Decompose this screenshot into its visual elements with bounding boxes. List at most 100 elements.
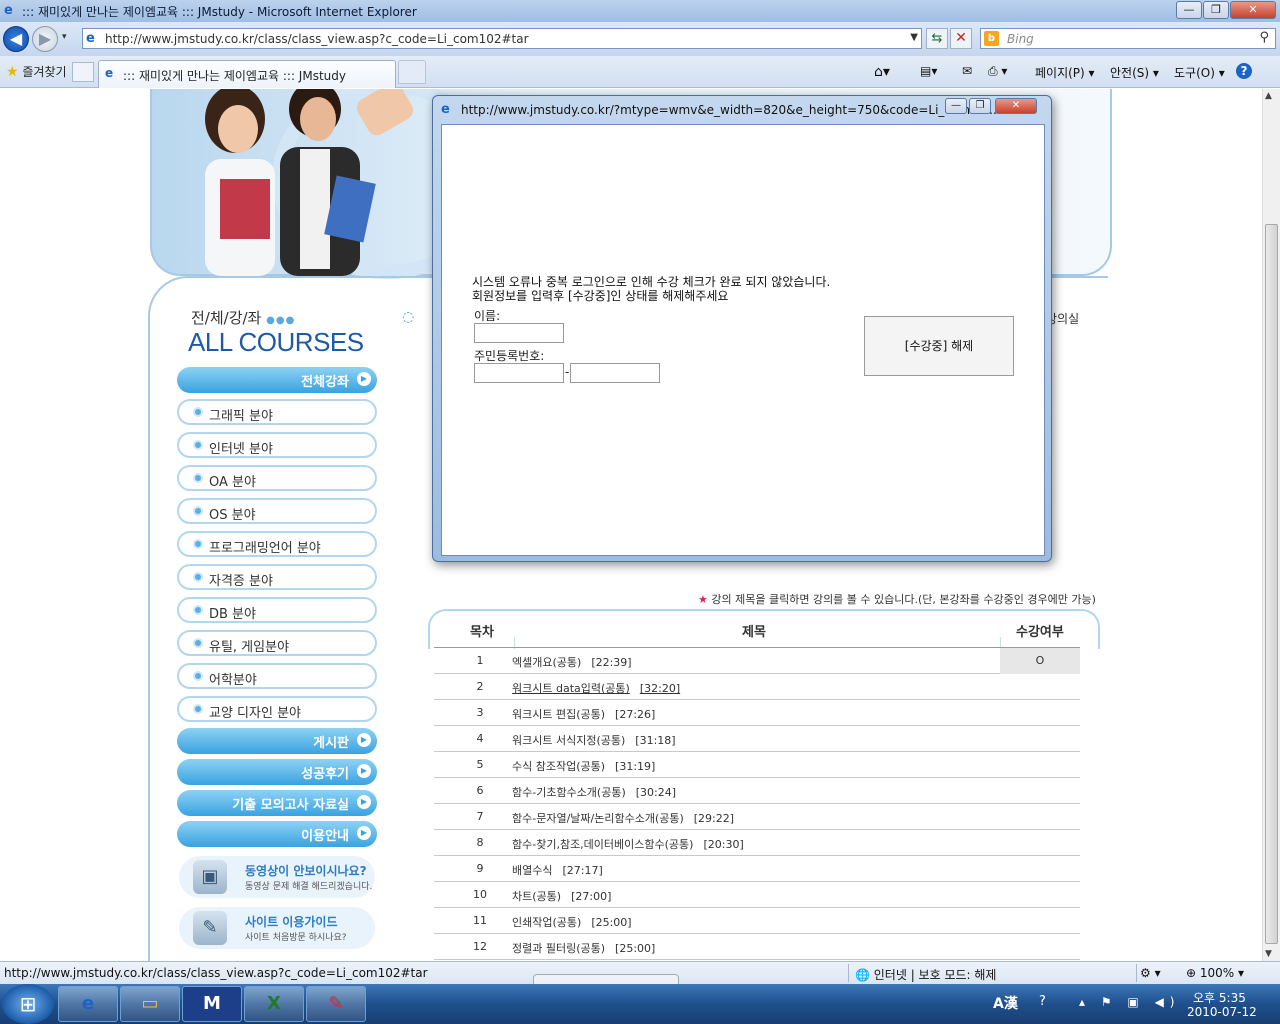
lecture-link[interactable]: 워크시트 편집(공통) [27:26] [512, 706, 655, 722]
explorer-taskbar-icon[interactable]: ▭ [120, 986, 180, 1022]
sidebar-item-all-courses[interactable]: 전체강좌 ▶ [177, 367, 377, 393]
row-number: 7 [476, 810, 484, 823]
sidebar-item-guide[interactable]: 이용안내 ▶ [177, 821, 377, 847]
help-icon[interactable]: ? [1236, 63, 1252, 79]
bullet-icon [193, 638, 203, 648]
sidebar-item-label: DB 분야 [209, 607, 256, 622]
release-button[interactable]: [수강중] 해제 [864, 316, 1014, 376]
sidebar-item-programming[interactable]: 프로그래밍언어 분야 [177, 531, 377, 557]
row-number: 5 [476, 758, 484, 771]
address-toolbar: ◀ ▶ ▾ e http://www.jmstudy.co.kr/class/c… [0, 22, 1280, 56]
rss-icon[interactable]: ▤▾ [920, 64, 937, 78]
address-bar[interactable]: e http://www.jmstudy.co.kr/class/class_v… [82, 28, 922, 49]
back-button[interactable]: ◀ [3, 26, 29, 52]
favorites-button[interactable]: ★ 즐겨찾기 [6, 63, 67, 80]
excel-taskbar-icon[interactable]: X [244, 986, 304, 1022]
restore-button[interactable]: ❐ [1203, 1, 1229, 19]
minimize-button[interactable]: — [1176, 1, 1202, 19]
row-number: 6 [476, 784, 484, 797]
favorites-bar-button[interactable] [72, 62, 94, 82]
lecture-link[interactable]: 인쇄작업(공통) [25:00] [512, 914, 632, 930]
sidebar-item-label: 유틸, 게임분야 [209, 640, 290, 655]
row-status [1000, 674, 1080, 700]
site-guide-banner[interactable]: ✎ 사이트 이용가이드 사이트 처음방문 하시나요? [179, 907, 375, 949]
lecture-link[interactable]: 함수-찾기,참조,데이터베이스함수(공통) [20:30] [512, 836, 744, 852]
ie-taskbar-icon[interactable]: e [58, 986, 118, 1022]
lecture-link[interactable]: 수식 참조작업(공통) [31:19] [512, 758, 655, 774]
table-header: 목차 제목 수강여부 [428, 609, 1100, 649]
sidebar-item-db[interactable]: DB 분야 [177, 597, 377, 623]
lecture-link[interactable]: 배열수식 [27:17] [512, 862, 603, 878]
sidebar-item-graphics[interactable]: 그래픽 분야 [177, 399, 377, 425]
row-status [1000, 882, 1080, 908]
safety-menu[interactable]: 안전(S) ▾ [1110, 64, 1159, 81]
sidebar-item-label: OA 분야 [209, 475, 256, 490]
star-icon: ★ [698, 593, 708, 606]
close-button[interactable]: ✕ [1230, 1, 1276, 19]
lecture-link[interactable]: 워크시트 서식지정(공통) [31:18] [512, 732, 676, 748]
print-icon[interactable]: ⎙ ▾ [988, 64, 1007, 79]
help-icon[interactable]: ? [1039, 994, 1046, 1009]
row-number: 1 [476, 654, 484, 667]
sidebar-item-exam-archive[interactable]: 기출 모의고사 자료실 ▶ [177, 790, 377, 816]
lecture-link[interactable]: 함수-기초함수소개(공통) [30:24] [512, 784, 676, 800]
popup-url: http://www.jmstudy.co.kr/?mtype=wmv&e_wi… [461, 103, 997, 117]
popup-minimize-button[interactable]: — [945, 98, 967, 114]
lecture-link[interactable]: 워크시트 data입력(공통) [32:20] [512, 680, 680, 696]
sidebar-item-label: OS 분야 [209, 508, 256, 523]
history-dropdown-icon[interactable]: ▾ [62, 32, 67, 42]
search-box[interactable]: b Bing ⚲ [980, 28, 1276, 49]
home-icon[interactable]: ⌂▾ [874, 64, 890, 80]
paint-taskbar-icon[interactable]: ✎ [306, 986, 366, 1022]
resident-number-input-2[interactable] [570, 363, 660, 383]
lecture-link[interactable]: 함수-문자열/날짜/논리함수소개(공통) [29:22] [512, 810, 734, 826]
new-tab-button[interactable] [398, 60, 426, 84]
tray-icons[interactable]: ▴ ⚑ ▣ ◀) [1079, 995, 1180, 1009]
sidebar-item-language[interactable]: 어학분야 [177, 663, 377, 689]
zoom-level[interactable]: ⊕ 100% ▾ [1186, 966, 1244, 980]
popup-close-button[interactable]: ✕ [995, 98, 1037, 114]
sidebar-item-label: 기출 모의고사 자료실 [232, 798, 349, 813]
help-title: 사이트 이용가이드 [245, 915, 338, 929]
sidebar-item-design[interactable]: 교양 디자인 분야 [177, 696, 377, 722]
stop-button[interactable]: ✕ [950, 28, 972, 49]
status-url: http://www.jmstudy.co.kr/class/class_vie… [4, 966, 428, 980]
forward-button[interactable]: ▶ [32, 26, 58, 52]
scroll-up-icon[interactable]: ▲ [1265, 91, 1272, 101]
lecture-link[interactable]: 정렬과 필터링(공통) [25:00] [512, 940, 655, 956]
table-row: 5 수식 참조작업(공통) [31:19] [434, 752, 1080, 778]
sidebar-item-reviews[interactable]: 성공후기 ▶ [177, 759, 377, 785]
lecture-link[interactable]: 엑셀개요(공통) [22:39] [512, 654, 632, 670]
bullet-icon [193, 704, 203, 714]
page-menu[interactable]: 페이지(P) ▾ [1035, 64, 1095, 81]
sidebar-item-certificate[interactable]: 자격증 분야 [177, 564, 377, 590]
page-scrollbar[interactable]: ▲ ▼ [1262, 89, 1280, 961]
bullet-icon [193, 605, 203, 615]
tab-active[interactable]: e ::: 재미있게 만나는 제이엠교육 ::: JMstudy [98, 60, 396, 88]
sidebar-item-os[interactable]: OS 분야 [177, 498, 377, 524]
mail-icon[interactable]: ✉ [962, 64, 972, 78]
sidebar-item-oa[interactable]: OA 분야 [177, 465, 377, 491]
scroll-down-icon[interactable]: ▼ [1265, 949, 1272, 959]
tools-menu[interactable]: 도구(O) ▾ [1174, 64, 1225, 81]
zone-settings-icon[interactable]: ⚙ ▾ [1140, 966, 1161, 980]
video-help-banner[interactable]: ▣ 동영상이 안보이시나요? 동영상 문제 해결 해드리겠습니다. [179, 856, 375, 898]
search-icon[interactable]: ⚲ [1259, 30, 1269, 45]
arrow-icon: ▶ [357, 826, 371, 840]
start-button[interactable]: ⊞ [2, 984, 54, 1024]
resident-number-input-1[interactable] [474, 363, 564, 383]
ime-indicator[interactable]: A漢 [993, 993, 1018, 1013]
refresh-button[interactable]: ⇆ [926, 28, 948, 49]
popup-restore-button[interactable]: ❐ [969, 98, 991, 114]
sidebar-item-utility-game[interactable]: 유틸, 게임분야 [177, 630, 377, 656]
address-dropdown-icon[interactable]: ▼ [910, 32, 918, 43]
name-input[interactable] [474, 323, 564, 343]
m-app-taskbar-icon[interactable]: M [182, 986, 242, 1022]
sidebar-item-internet[interactable]: 인터넷 분야 [177, 432, 377, 458]
arrow-icon: ▶ [357, 372, 371, 386]
lecture-link[interactable]: 차트(공통) [27:00] [512, 888, 611, 904]
bing-logo-icon: b [984, 31, 999, 46]
scroll-thumb[interactable] [1265, 224, 1278, 944]
sidebar-item-board[interactable]: 게시판 ▶ [177, 728, 377, 754]
ie-icon: e [4, 3, 13, 18]
